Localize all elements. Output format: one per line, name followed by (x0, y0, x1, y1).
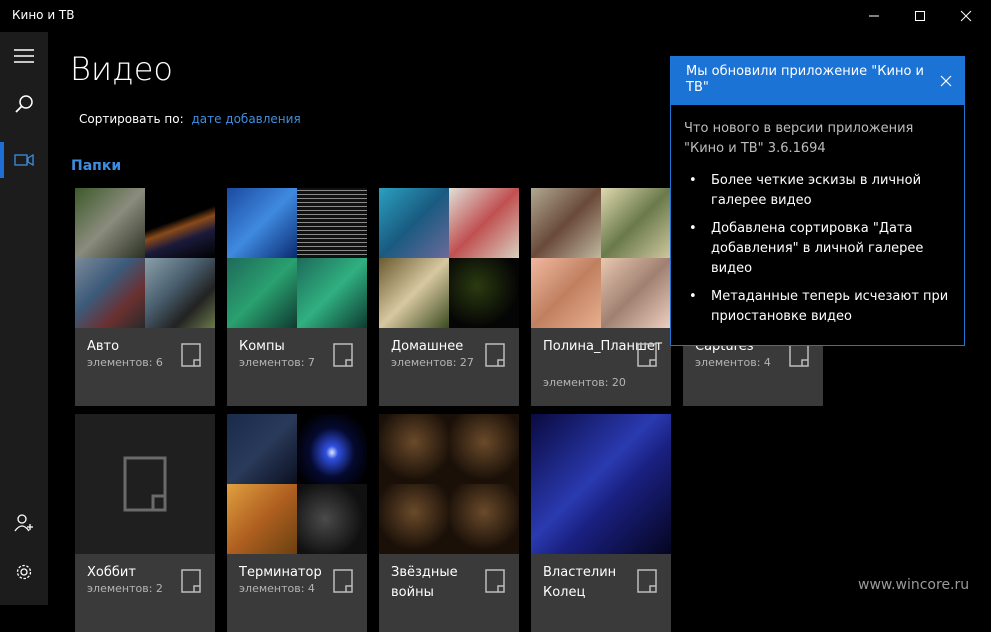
folder-name: Звёздные войны (391, 565, 458, 600)
folder-thumbnail (75, 414, 215, 554)
folder-name: Авто (87, 339, 120, 354)
folder-info: Хоббит элементов: 2 (75, 554, 215, 632)
section-title-folders: Папки (71, 158, 122, 174)
sort-dropdown[interactable]: дате добавления (191, 112, 300, 126)
hamburger-menu-icon (14, 49, 34, 63)
close-button[interactable] (943, 0, 989, 32)
folder-icon (485, 569, 505, 593)
folder-name: Терминатор (239, 565, 322, 580)
folder-count: элементов: 6 (87, 356, 163, 369)
minimize-icon (869, 15, 879, 17)
sidebar-item-video[interactable] (0, 136, 48, 184)
maximize-button[interactable] (897, 0, 943, 32)
folder-thumbnail (531, 414, 671, 554)
folder-info: Звёздные войны (379, 554, 519, 632)
folder-count: элементов: 4 (695, 356, 771, 369)
close-icon (960, 10, 972, 22)
folder-count: элементов: 4 (239, 582, 315, 595)
notification-header: Мы обновили приложение "Кино и ТВ" (671, 57, 964, 105)
add-user-icon (14, 514, 33, 532)
folder-thumbnail (531, 188, 671, 328)
notification-title: Мы обновили приложение "Кино и ТВ" (686, 64, 924, 95)
folder-icon (789, 343, 809, 367)
settings-button[interactable] (0, 548, 48, 596)
sort-label: Сортировать по: (79, 112, 184, 126)
folder-info: Авто элементов: 6 (75, 328, 215, 406)
notification-close-button[interactable] (936, 71, 956, 91)
folder-icon (181, 343, 201, 367)
folder-icon (637, 569, 657, 593)
notification-intro: Что нового в версии приложения "Кино и Т… (684, 121, 914, 156)
sidebar (0, 32, 48, 605)
folder-icon (637, 343, 657, 367)
folder-info: Компы элементов: 7 (227, 328, 367, 406)
folder-icon (333, 343, 353, 367)
folder-thumbnail (227, 414, 367, 554)
folder-placeholder-icon (123, 456, 167, 512)
maximize-icon (915, 11, 925, 21)
search-button[interactable] (0, 80, 48, 128)
folder-icon (181, 569, 201, 593)
folder-name: Хоббит (87, 565, 136, 580)
folder-thumbnail (75, 188, 215, 328)
folder-count: элементов: 7 (239, 356, 315, 369)
folder-thumbnail (379, 414, 519, 554)
folder-thumbnail (227, 188, 367, 328)
page-title: Видео (70, 50, 173, 88)
folder-icon (485, 343, 505, 367)
folder-count: элементов: 27 (391, 356, 474, 369)
notification-list-item: Добавлена сортировка "Дата добавления" в… (687, 219, 949, 279)
folder-name: Полина_Планшет (543, 339, 663, 354)
search-icon (15, 95, 33, 113)
app-title: Кино и ТВ (12, 8, 75, 22)
add-user-button[interactable] (0, 499, 48, 547)
folder-info: Властелин Колец (531, 554, 671, 632)
folder-name: Домашнее (391, 339, 464, 354)
update-notification: Мы обновили приложение "Кино и ТВ" Что н… (670, 56, 965, 346)
video-camera-icon (14, 153, 34, 167)
notification-list-item: Более четкие эскизы в личной галерее вид… (687, 171, 949, 211)
minimize-button[interactable] (851, 0, 897, 32)
folder-name: Властелин Колец (543, 565, 617, 600)
folder-info: Терминатор элементов: 4 (227, 554, 367, 632)
sort-row: Сортировать по: дате добавления (79, 112, 301, 126)
folder-thumbnail (379, 188, 519, 328)
close-icon (940, 75, 952, 87)
gear-icon (16, 564, 32, 580)
folder-info: Полина_Планшет элементов: 20 (531, 328, 671, 406)
notification-list: Более четкие эскизы в личной галерее вид… (687, 171, 949, 335)
folder-count: элементов: 2 (87, 582, 163, 595)
notification-list-item: Метаданные теперь исчезают при приостано… (687, 287, 949, 327)
folder-info: Домашнее элементов: 27 (379, 328, 519, 406)
title-bar: Кино и ТВ (0, 0, 991, 32)
hamburger-menu-button[interactable] (0, 32, 48, 80)
folder-icon (333, 569, 353, 593)
watermark: www.wincore.ru (858, 577, 970, 593)
folder-name: Компы (239, 339, 285, 354)
folder-count: элементов: 20 (543, 376, 626, 389)
